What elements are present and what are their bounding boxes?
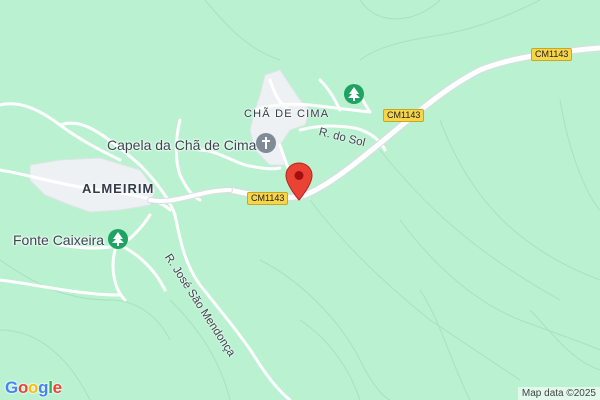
logo-letter: o: [17, 378, 29, 397]
map-attribution[interactable]: Map data ©2025: [517, 387, 600, 400]
place-label-cha-de-cima: CHÃ DE CIMA: [244, 108, 330, 120]
poi-label-capela[interactable]: Capela da Chã de Cima: [107, 137, 256, 153]
road-shield-cm1143-west: CM1143: [247, 192, 289, 205]
main-road-cm1143: [147, 44, 600, 204]
park-tree-icon[interactable]: [344, 84, 364, 104]
logo-letter: o: [28, 378, 39, 397]
poi-label-fonte-caixeira[interactable]: Fonte Caixeira: [13, 232, 104, 248]
google-logo[interactable]: Google: [5, 378, 62, 398]
road-shield-cm1143-north: CM1143: [383, 109, 425, 122]
logo-letter: g: [38, 378, 49, 397]
location-pin-icon[interactable]: [285, 162, 313, 202]
road-shield-cm1143-east: CM1143: [531, 48, 573, 61]
church-icon[interactable]: [256, 133, 276, 153]
park-tree-icon-glyph: [348, 87, 360, 101]
logo-letter: G: [5, 378, 18, 397]
tree-icon[interactable]: [108, 229, 128, 249]
map-canvas[interactable]: ALMEIRIM CHÃ DE CIMA Capela da Chã de Ci…: [0, 0, 600, 400]
logo-letter: e: [52, 378, 62, 397]
tree-icon-glyph: [112, 232, 124, 246]
church-icon-glyph: [262, 137, 270, 149]
location-pin-glyph: [285, 162, 313, 201]
place-label-almeirim: ALMEIRIM: [82, 181, 155, 196]
